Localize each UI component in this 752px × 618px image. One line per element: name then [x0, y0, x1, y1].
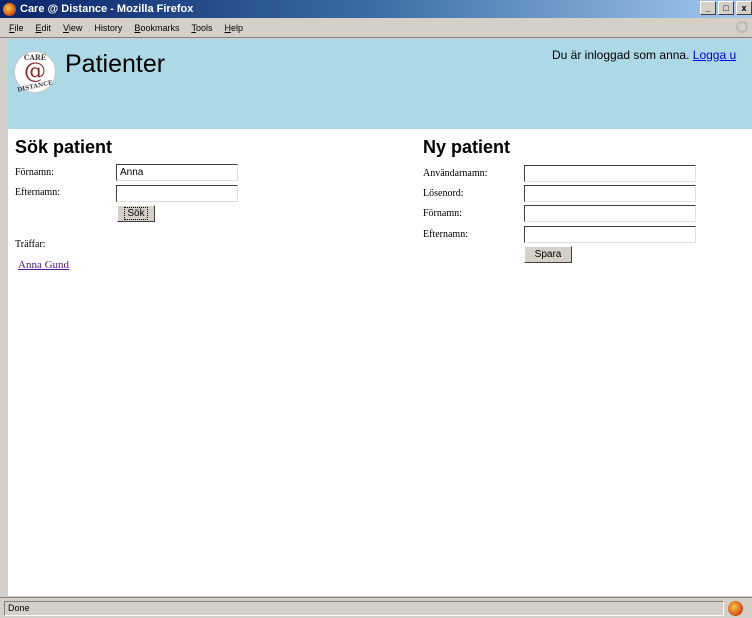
window-title-bar: Care @ Distance - Mozilla Firefox _ □ x — [0, 0, 752, 18]
new-firstname-input[interactable] — [524, 205, 696, 222]
minimize-button[interactable]: _ — [700, 1, 716, 15]
new-patient-heading: Ny patient — [423, 137, 511, 157]
search-firstname-label: Förnamn: — [15, 167, 54, 178]
page-header: CARE @ DISTANCE Patienter Du är inloggad… — [8, 39, 752, 129]
save-button[interactable]: Spara — [524, 246, 572, 263]
menu-edit[interactable]: Edit — [30, 23, 58, 33]
username-label: Användarnamn: — [423, 168, 488, 179]
close-button[interactable]: x — [736, 1, 752, 15]
search-button[interactable]: Sök — [117, 205, 155, 222]
status-text: Done — [4, 601, 724, 616]
login-info: Du är inloggad som anna. Logga u — [552, 48, 736, 62]
search-heading: Sök patient — [15, 137, 113, 157]
new-firstname-label: Förnamn: — [423, 208, 462, 219]
menu-help[interactable]: Help — [218, 23, 249, 33]
page-content: CARE @ DISTANCE Patienter Du är inloggad… — [8, 39, 752, 596]
password-label: Lösenord: — [423, 188, 464, 199]
search-firstname-input[interactable] — [116, 164, 238, 181]
menu-history[interactable]: History — [88, 23, 128, 33]
new-lastname-input[interactable] — [524, 226, 696, 243]
new-lastname-label: Efternamn: — [423, 229, 468, 240]
menu-file[interactable]: File — [3, 23, 30, 33]
page-title: Patienter — [65, 50, 166, 78]
menu-bar: File Edit View History Bookmarks Tools H… — [0, 18, 752, 38]
throbber-icon — [736, 21, 748, 33]
care-at-distance-logo: CARE @ DISTANCE — [14, 51, 56, 94]
search-lastname-input[interactable] — [116, 185, 238, 202]
window-title: Care @ Distance - Mozilla Firefox — [20, 3, 194, 15]
search-lastname-label: Efternamn: — [15, 187, 60, 198]
menu-view[interactable]: View — [57, 23, 88, 33]
menu-tools[interactable]: Tools — [185, 23, 218, 33]
menu-bookmarks[interactable]: Bookmarks — [128, 23, 185, 33]
results-label: Träffar: — [15, 239, 46, 250]
password-input[interactable] — [524, 185, 696, 202]
maximize-button[interactable]: □ — [718, 1, 734, 15]
firefox-status-icon — [728, 601, 743, 616]
logout-link[interactable]: Logga u — [693, 48, 736, 62]
firefox-icon — [3, 2, 16, 16]
window-controls: _ □ x — [698, 1, 752, 15]
status-bar: Done — [0, 597, 752, 618]
username-input[interactable] — [524, 165, 696, 182]
login-status-text: Du är inloggad som anna. — [552, 48, 690, 62]
result-link[interactable]: Anna Gund — [18, 259, 69, 271]
